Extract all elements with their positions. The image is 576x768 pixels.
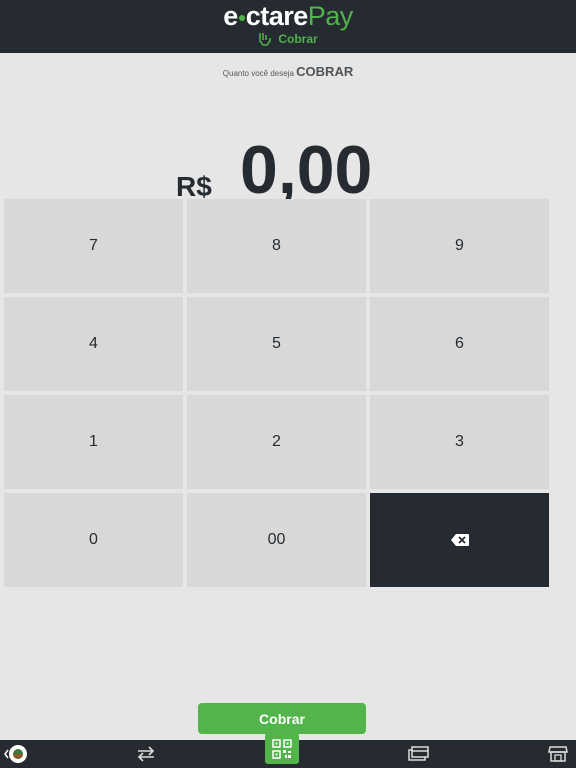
key-9[interactable]: 9 — [370, 199, 549, 293]
backspace-icon — [450, 534, 469, 546]
card-button[interactable] — [404, 740, 434, 768]
app-logo: e ctarePay — [223, 1, 353, 31]
key-3[interactable]: 3 — [370, 395, 549, 489]
transfer-button[interactable] — [132, 740, 160, 768]
app-header: e ctarePay Cobrar — [0, 0, 576, 53]
amount-value: 0,00 — [240, 132, 373, 208]
cobrar-button[interactable]: Cobrar — [198, 703, 366, 734]
numeric-keypad: 7 8 9 4 5 6 1 2 3 0 00 — [4, 199, 550, 587]
key-2[interactable]: 2 — [187, 395, 366, 489]
key-00[interactable]: 00 — [187, 493, 366, 587]
prompt-text: Quanto você deseja — [222, 69, 294, 78]
store-icon — [548, 746, 568, 762]
back-avatar-icon — [4, 745, 27, 763]
amount-display: R$ 0,00 — [0, 135, 576, 205]
key-8[interactable]: 8 — [187, 199, 366, 293]
store-button[interactable] — [544, 740, 572, 768]
nav-cobrar-label: Cobrar — [278, 32, 318, 46]
key-1[interactable]: 1 — [4, 395, 183, 489]
key-5[interactable]: 5 — [187, 297, 366, 391]
delete-button[interactable] — [370, 493, 549, 587]
key-7[interactable]: 7 — [4, 199, 183, 293]
amount-prompt: Quanto você deseja COBRAR — [0, 64, 576, 79]
qr-code-button[interactable] — [265, 733, 299, 764]
key-0[interactable]: 0 — [4, 493, 183, 587]
card-icon — [408, 746, 429, 761]
back-avatar-button[interactable] — [0, 740, 30, 768]
key-6[interactable]: 6 — [370, 297, 549, 391]
hand-coin-icon — [259, 33, 272, 46]
prompt-emphasis: COBRAR — [296, 64, 354, 79]
nav-cobrar[interactable]: Cobrar — [0, 31, 576, 47]
transfer-icon — [137, 746, 155, 762]
qr-code-icon — [272, 738, 292, 759]
key-4[interactable]: 4 — [4, 297, 183, 391]
